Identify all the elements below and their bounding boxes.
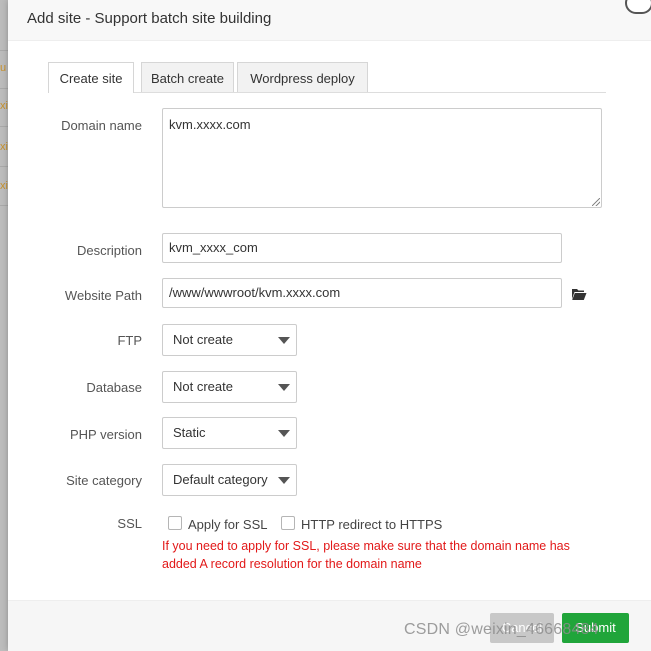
- description-value: kvm_xxxx_com: [169, 240, 258, 255]
- add-site-dialog: Add site - Support batch site building C…: [8, 0, 651, 651]
- website-path-input[interactable]: /www/wwwroot/kvm.xxxx.com: [162, 278, 562, 308]
- tab-wordpress-deploy[interactable]: Wordpress deploy: [237, 62, 368, 92]
- chevron-down-icon: [278, 430, 290, 437]
- database-selected-value: Not create: [173, 379, 233, 394]
- database-label: Database: [86, 380, 142, 395]
- watermark-text: CSDN @weixin_46668484: [404, 621, 599, 638]
- apply-ssl-label[interactable]: Apply for SSL: [188, 517, 268, 532]
- ssl-warning-note: If you need to apply for SSL, please mak…: [162, 539, 570, 571]
- ssl-label: SSL: [117, 516, 142, 531]
- ftp-selected-value: Not create: [173, 332, 233, 347]
- close-icon[interactable]: [625, 0, 651, 14]
- dialog-header: Add site - Support batch site building: [8, 0, 651, 41]
- description-label: Description: [76, 243, 142, 258]
- tab-batch-create[interactable]: Batch create: [141, 62, 234, 92]
- website-path-label: Website Path: [64, 288, 142, 303]
- resize-grip-icon[interactable]: [592, 198, 600, 206]
- https-redirect-label[interactable]: HTTP redirect to HTTPS: [301, 517, 442, 532]
- chevron-down-icon: [278, 384, 290, 391]
- apply-ssl-checkbox[interactable]: [168, 516, 182, 530]
- database-select[interactable]: Not create: [162, 371, 297, 403]
- tab-bar: Create site Batch create Wordpress deplo…: [48, 62, 606, 93]
- folder-open-icon[interactable]: [571, 287, 587, 301]
- ftp-label: FTP: [117, 333, 142, 348]
- php-version-label: PHP version: [69, 427, 142, 442]
- site-category-selected-value: Default category: [173, 472, 268, 487]
- site-category-label: Site category: [66, 473, 142, 488]
- dialog-title: Add site - Support batch site building: [27, 10, 272, 27]
- tab-create-site[interactable]: Create site: [48, 62, 134, 93]
- chevron-down-icon: [278, 477, 290, 484]
- domain-name-textarea[interactable]: kvm.xxxx.com: [162, 108, 602, 208]
- domain-name-value: kvm.xxxx.com: [169, 117, 251, 132]
- description-input[interactable]: kvm_xxxx_com: [162, 233, 562, 263]
- ftp-select[interactable]: Not create: [162, 324, 297, 356]
- https-redirect-checkbox[interactable]: [281, 516, 295, 530]
- site-category-select[interactable]: Default category: [162, 464, 297, 496]
- php-version-select[interactable]: Static: [162, 417, 297, 449]
- php-version-selected-value: Static: [173, 425, 206, 440]
- domain-name-label: Domain name: [61, 118, 142, 133]
- chevron-down-icon: [278, 337, 290, 344]
- website-path-value: /www/wwwroot/kvm.xxxx.com: [169, 285, 341, 300]
